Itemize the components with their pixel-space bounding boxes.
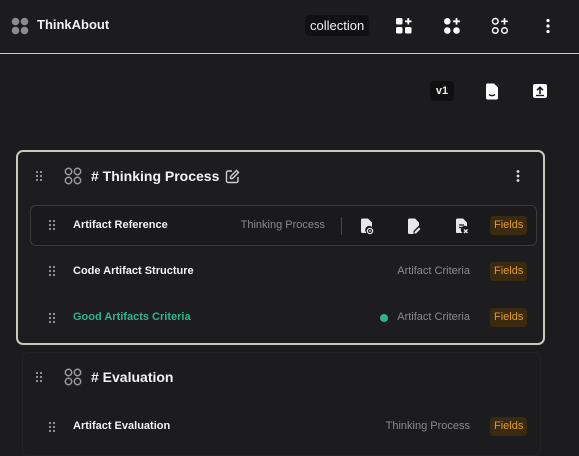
- item-category: Thinking Process: [240, 219, 325, 231]
- item-category: Thinking Process: [385, 420, 470, 432]
- item-drag-handle[interactable]: [45, 310, 59, 326]
- edit-item-button[interactable]: [405, 216, 423, 236]
- drag-handle-icon: [48, 219, 56, 231]
- group-drag-handle[interactable]: [32, 369, 46, 385]
- group-title: # Thinking Process: [91, 168, 220, 184]
- view-item-button[interactable]: [358, 216, 376, 236]
- upload-button[interactable]: [529, 80, 551, 102]
- upload-icon: [532, 83, 548, 99]
- add-group-icon: [443, 17, 461, 35]
- collection-badge[interactable]: collection: [305, 15, 370, 36]
- add-card-icon: [395, 17, 413, 35]
- add-outline-button[interactable]: [488, 14, 512, 38]
- file-download-icon: [485, 83, 499, 100]
- item-category: Artifact Criteria: [397, 311, 470, 323]
- header-divider: [0, 53, 579, 54]
- divider: [341, 217, 342, 235]
- drag-handle-icon: [48, 312, 56, 324]
- group-more-button[interactable]: [509, 166, 527, 186]
- drag-handle-icon: [48, 265, 56, 277]
- download-button[interactable]: [481, 80, 503, 102]
- drag-handle-icon: [35, 371, 43, 383]
- item-category: Artifact Criteria: [397, 265, 470, 277]
- item-name[interactable]: Code Artifact Structure: [73, 265, 194, 277]
- header-more-button[interactable]: [536, 14, 560, 38]
- group-icon: [64, 167, 82, 185]
- group-card-evaluation: [22, 352, 541, 456]
- item-drag-handle[interactable]: [45, 419, 59, 435]
- more-vertical-icon: [515, 169, 521, 183]
- version-badge[interactable]: v1: [430, 81, 454, 101]
- delete-item-button[interactable]: [453, 216, 471, 236]
- logo-icon: [11, 17, 29, 35]
- fields-button[interactable]: Fields: [490, 417, 528, 436]
- fields-button[interactable]: Fields: [490, 216, 528, 235]
- item-drag-handle[interactable]: [45, 263, 59, 279]
- group-title: # Evaluation: [91, 369, 174, 385]
- add-card-button[interactable]: [392, 14, 416, 38]
- edit-icon: [225, 169, 240, 184]
- drag-handle-icon: [48, 421, 56, 433]
- app-title: ThinkAbout: [37, 17, 110, 32]
- item-name[interactable]: Artifact Evaluation: [73, 420, 170, 432]
- add-group-button[interactable]: [440, 14, 464, 38]
- file-edit-icon: [407, 218, 421, 235]
- status-dot: [380, 314, 388, 322]
- item-name[interactable]: Artifact Reference: [73, 219, 168, 231]
- group-icon: [64, 368, 82, 386]
- more-vertical-icon: [545, 18, 551, 34]
- file-view-icon: [360, 218, 374, 235]
- fields-button[interactable]: Fields: [490, 262, 528, 281]
- item-name-active[interactable]: Good Artifacts Criteria: [73, 311, 191, 323]
- item-drag-handle[interactable]: [45, 217, 59, 233]
- drag-handle-icon: [35, 170, 43, 182]
- edit-group-button[interactable]: [223, 166, 241, 186]
- group-drag-handle[interactable]: [32, 168, 46, 184]
- fields-button[interactable]: Fields: [490, 308, 528, 327]
- file-remove-icon: [455, 218, 469, 235]
- add-outline-icon: [491, 17, 509, 35]
